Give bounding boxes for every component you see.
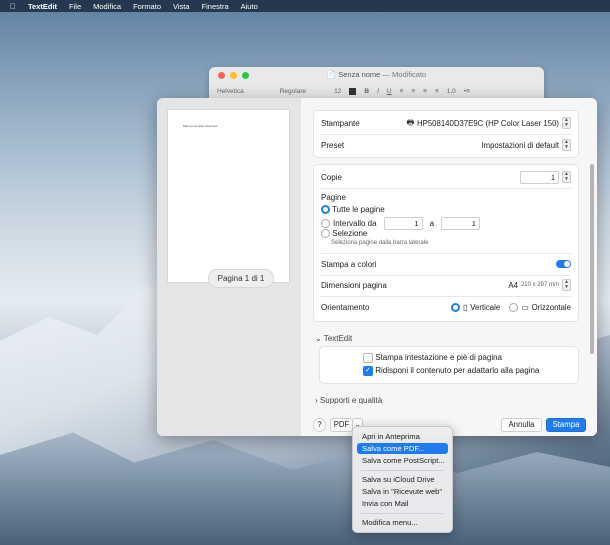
format-toolbar: Helvetica Regolare 12 B I U ≡ ≡ ≡ ≡ 1,0 … [217,85,536,97]
textedit-section-label: TextEdit [323,334,353,343]
selection-hint: Seleziona pagine dalla barra laterale [331,240,429,246]
menu-modifica[interactable]: Modifica [93,2,121,11]
paper-dims: 210 x 297 mm [520,282,559,288]
preview-pane: Dati con un testo d'esempio Pagina 1 di … [157,98,301,436]
font-style-popup[interactable]: Regolare [280,88,306,95]
chevron-updown-icon: ▲ ▼ [562,279,571,291]
portrait-icon: ▯ [462,302,468,312]
portrait-label: Verticale [470,302,501,312]
text-color-well[interactable] [349,87,357,95]
header-footer-label: Stampa intestazione e piè di pagina [375,353,502,363]
radio-all-pages[interactable] [321,205,330,215]
pdf-menu: Apri in Anteprima Salva come PDF... Salv… [352,426,453,533]
underline-icon[interactable]: U [387,88,392,95]
menu-finestra[interactable]: Finestra [202,2,229,11]
menu-item-save-postscript[interactable]: Salva come PostScript... [357,455,448,466]
chevron-down-icon: ⌄ [315,334,322,343]
menu-item-open-preview[interactable]: Apri in Anteprima [357,431,448,442]
chevron-updown-icon: ▲ ▼ [562,117,571,129]
range-to-label: a [429,219,435,228]
help-button[interactable]: ? [313,418,326,432]
window-title: 📄 Senza nome — Modificato [209,70,544,79]
menu-item-save-web-receipts[interactable]: Salva in "Ricevute web" [357,486,448,497]
preset-popup[interactable]: Impostazioni di default ▲ ▼ [481,139,571,151]
print-button[interactable]: Stampa [546,418,586,432]
scrollbar[interactable] [590,164,594,354]
menu-item-save-pdf[interactable]: Salva come PDF... [357,443,448,454]
document-icon: 📄 [326,70,337,79]
landscape-icon: ▭ [521,302,529,312]
printer-popup[interactable]: 🖶 HP508140D37E9C (HP Color Laser 150) ▲ ▼ [407,117,571,130]
paper-size-value: A4 [508,280,518,290]
landscape-label: Orizzontale [531,302,571,312]
printer-icon: 🖶 [406,117,414,127]
menu-file[interactable]: File [69,2,81,11]
bold-icon[interactable]: B [364,88,369,95]
radio-page-range[interactable] [321,219,330,228]
settings-pane: Stampante 🖶 HP508140D37E9C (HP Color Las… [301,98,597,436]
printer-label: Stampante [321,118,360,128]
menu-vista[interactable]: Vista [173,2,190,11]
range-label: Intervallo da [333,219,377,228]
font-family-popup[interactable]: Helvetica [217,88,244,95]
page-indicator[interactable]: Pagina 1 di 1 [208,269,274,288]
rewrap-checkbox[interactable]: ✓ [363,366,373,376]
menu-item-edit-menu[interactable]: Modifica menu... [357,517,448,528]
align-center-icon[interactable]: ≡ [411,88,415,95]
align-left-icon[interactable]: ≡ [400,88,404,95]
paper-size-popup[interactable]: A4 210 x 297 mm ▲ ▼ [508,279,571,291]
line-spacing-popup[interactable]: 1,0 [447,88,456,95]
radio-portrait[interactable] [450,302,460,312]
pdf-button[interactable]: PDF [330,418,353,432]
print-options-group: Copie 1 ▲ ▼ Pagine Tutte le pagine Interv… [313,164,579,322]
menu-item-save-icloud[interactable]: Salva su iCloud Drive [357,474,448,485]
range-from-field[interactable]: 1 [383,217,423,230]
align-right-icon[interactable]: ≡ [423,88,427,95]
menu-app-name[interactable]: TextEdit [28,2,57,11]
print-dialog: Dati con un testo d'esempio Pagina 1 di … [157,98,597,436]
range-to-field[interactable]: 1 [441,217,481,230]
list-icon[interactable]: •≡ [464,88,470,95]
preset-value: Impostazioni di default [481,140,559,150]
menu-formato[interactable]: Formato [133,2,161,11]
radio-landscape[interactable] [509,302,519,312]
header-footer-checkbox[interactable] [363,353,373,363]
textedit-options-group: Stampa intestazione e piè di pagina ✓ Ri… [319,346,579,384]
all-pages-label: Tutte le pagine [332,205,385,214]
color-toggle[interactable] [556,260,571,268]
menu-item-send-mail[interactable]: Invia con Mail [357,498,448,509]
printer-value: HP508140D37E9C (HP Color Laser 150) [416,118,559,128]
menu-bar:  TextEdit File Modifica Formato Vista F… [0,0,610,12]
italic-icon[interactable]: I [377,88,379,95]
cancel-button[interactable]: Annulla [501,418,542,432]
selection-label: Selezione [332,229,368,238]
paper-size-label: Dimensioni pagina [321,280,387,290]
apple-icon[interactable]:  [10,2,16,11]
printer-group: Stampante 🖶 HP508140D37E9C (HP Color Las… [313,110,579,158]
chevron-updown-icon: ▲ ▼ [562,139,571,151]
radio-selection[interactable] [321,229,330,239]
color-label: Stampa a colori [321,259,377,269]
font-size-popup[interactable]: 12 [334,88,341,95]
rewrap-label: Ridisponi il contenuto per adattarlo all… [375,366,540,376]
menu-aiuto[interactable]: Aiuto [241,2,258,11]
orientation-label: Orientamento [321,302,370,312]
window-title-status: — Modificato [382,70,427,79]
preset-label: Preset [321,140,345,150]
align-justify-icon[interactable]: ≡ [435,88,439,95]
page-preview: Dati con un testo d'esempio Pagina 1 di … [168,110,289,288]
window-title-text: Senza nome [338,70,381,79]
textedit-section-header[interactable]: ⌄ TextEdit [315,334,352,343]
copies-field[interactable]: 1 [520,170,559,184]
copies-label: Copie [321,172,342,182]
preview-text: Dati con un testo d'esempio [183,124,218,128]
copies-stepper[interactable]: ▲ ▼ [562,171,571,183]
pages-label: Pagine [321,193,346,202]
